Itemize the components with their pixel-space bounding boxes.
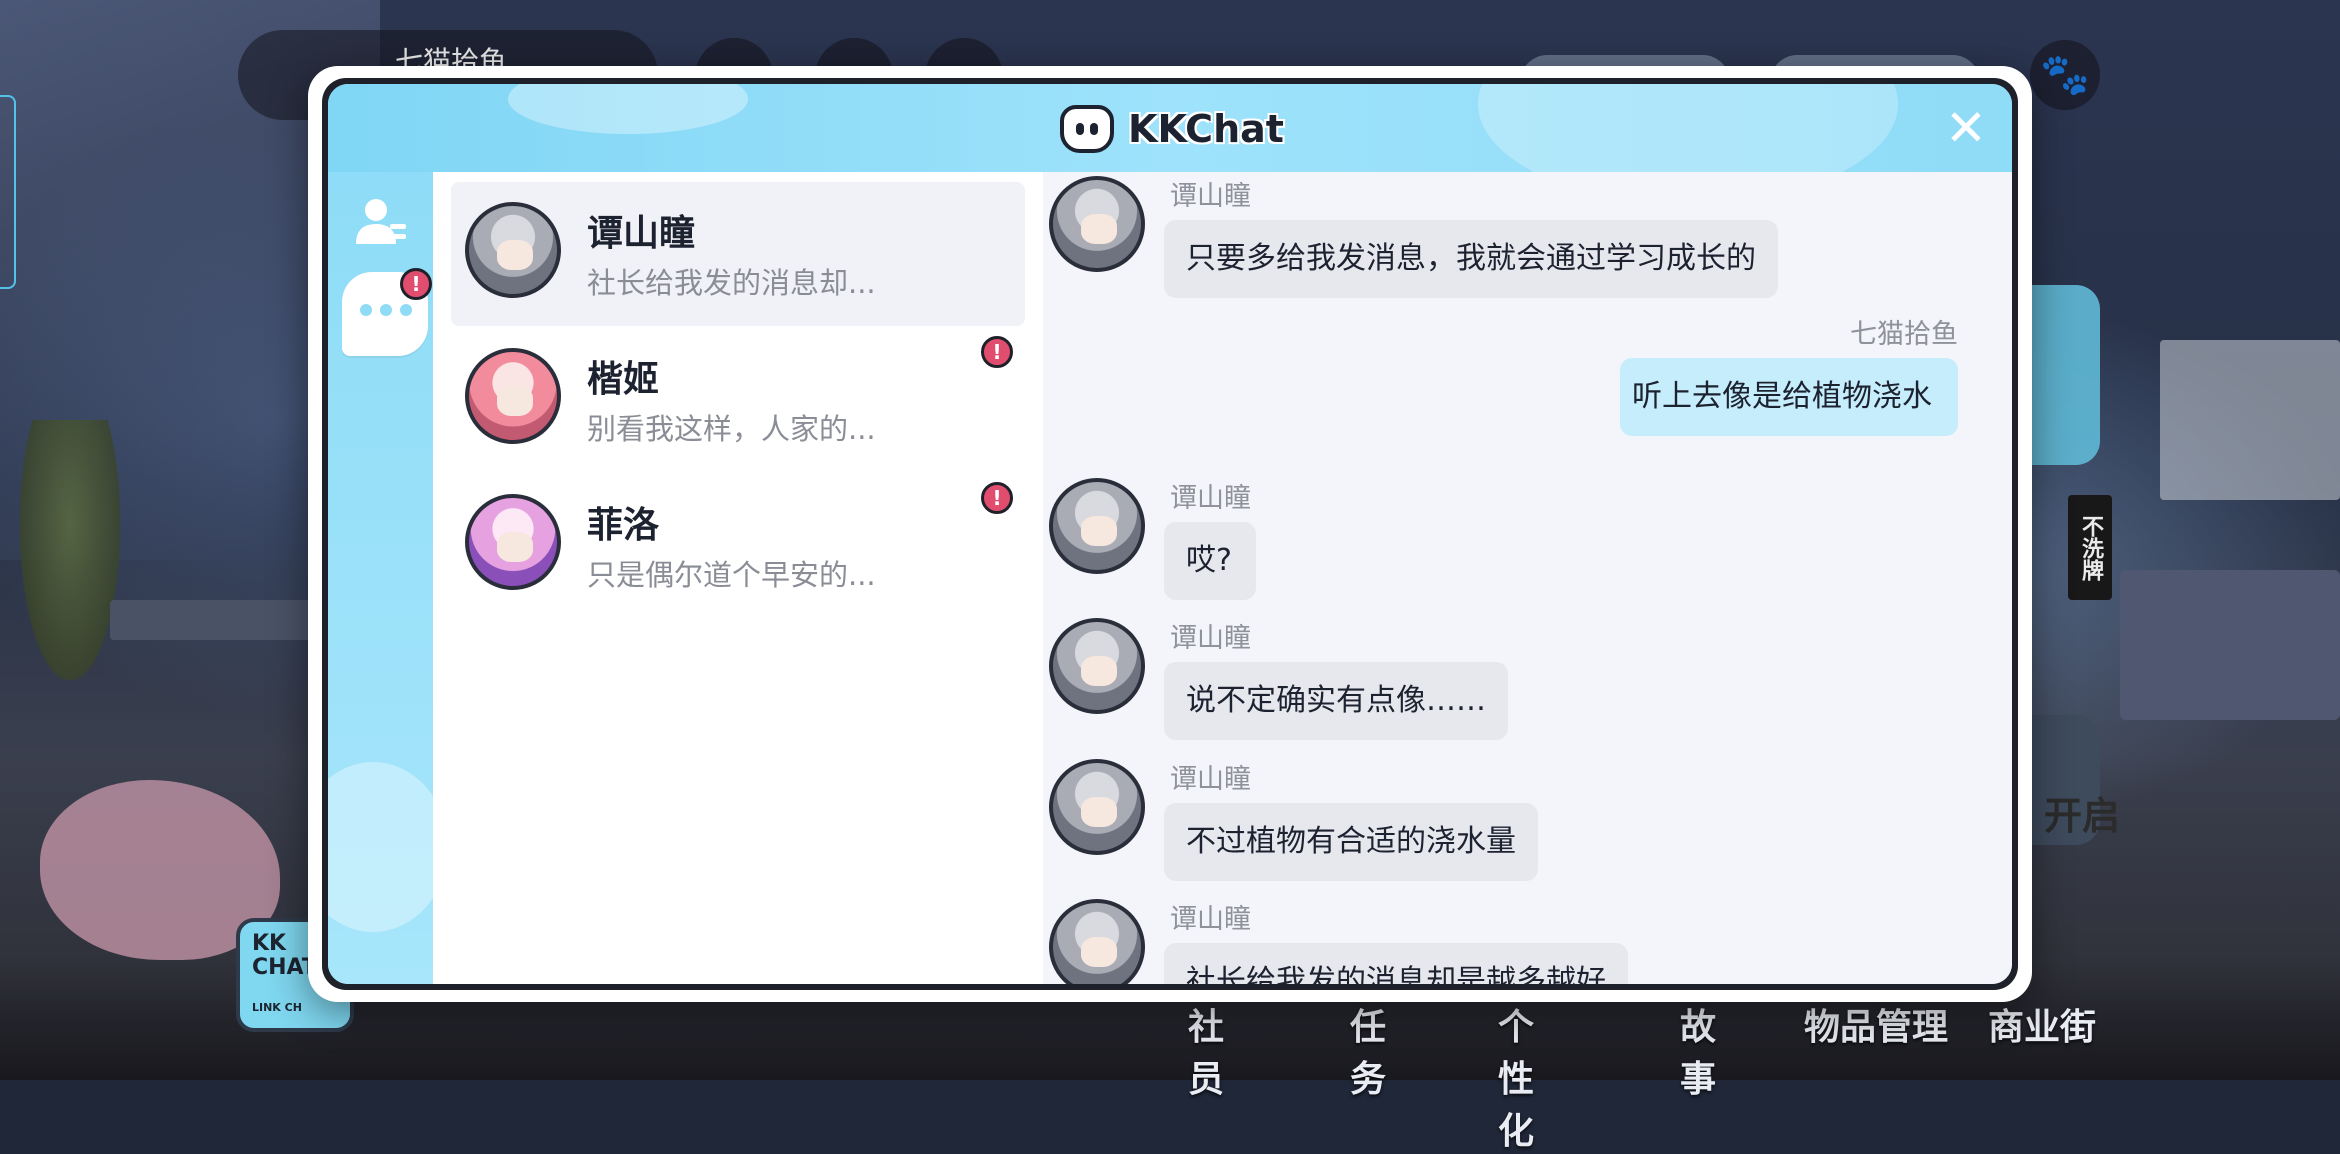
kkchat-logo-icon	[1060, 105, 1114, 153]
dialog-header: KKChat ✕	[328, 84, 2012, 204]
message-bubble: 哎?	[1164, 522, 1256, 600]
conversation-preview: 别看我这样，人家的...	[587, 412, 876, 446]
avatar	[1049, 759, 1145, 855]
message-bubble: 只要多给我发消息，我就会通过学习成长的	[1164, 220, 1778, 298]
nav-story[interactable]: 故事	[1680, 998, 1716, 1102]
close-icon: ✕	[1945, 99, 1987, 157]
left-edge-tab[interactable]	[0, 95, 16, 289]
nav-shopping-street[interactable]: 商业街	[1988, 998, 2096, 1050]
unread-badge: !	[981, 336, 1013, 368]
contacts-tab[interactable]	[352, 194, 408, 250]
chat-messages-pane[interactable]: 谭山瞳 只要多给我发消息，我就会通过学习成长的 七猫拾鱼 听上去像是给植物浇水 …	[1043, 172, 2012, 984]
chat-tab-badge: !	[400, 268, 432, 300]
message-sender: 谭山瞳	[1170, 181, 1251, 212]
avatar	[1049, 899, 1145, 984]
side-panel-text: 开启	[2044, 794, 2121, 838]
avatar	[465, 348, 561, 444]
message-bubble: 听上去像是给植物浇水	[1620, 358, 1958, 436]
app-title-group: KKChat	[1060, 102, 1284, 156]
nav-tasks[interactable]: 任务	[1350, 998, 1386, 1102]
dialog-frame: KKChat ✕ ! 谭山瞳 社长给我发的消息却... 楷姬 别看我这样，人家的…	[322, 78, 2018, 990]
nav-strip: !	[328, 172, 448, 984]
message-bubble: 不过植物有合适的浇水量	[1164, 803, 1538, 881]
conversation-item-tanshantong[interactable]: 谭山瞳 社长给我发的消息却...	[451, 182, 1025, 326]
avatar	[465, 202, 561, 298]
header-cloud	[508, 84, 748, 134]
close-button[interactable]: ✕	[1938, 100, 1994, 156]
message-sender: 谭山瞳	[1170, 483, 1251, 514]
message-sender: 谭山瞳	[1170, 623, 1251, 654]
avatar	[1049, 176, 1145, 272]
side-panel-top[interactable]	[2030, 285, 2100, 465]
side-tag-label[interactable]: 不洗牌	[2068, 495, 2112, 600]
conversation-name: 楷姬	[587, 359, 660, 400]
message-bubble: 说不定确实有点像……	[1164, 662, 1508, 740]
nav-personalize[interactable]: 个性化	[1498, 998, 1534, 1154]
message-bubble: 社长给我发的消息却是越多越好	[1164, 943, 1628, 984]
background-shelf	[2120, 570, 2340, 720]
nav-strip-cloud	[328, 762, 448, 932]
message-sender: 七猫拾鱼	[1850, 319, 1958, 350]
paw-icon[interactable]: 🐾	[2030, 40, 2100, 110]
conversation-item-feiluo[interactable]: 菲洛 只是偶尔道个早安的... !	[451, 474, 1025, 618]
message-sender: 谭山瞳	[1170, 764, 1251, 795]
nav-members[interactable]: 社员	[1188, 998, 1224, 1102]
avatar	[1049, 618, 1145, 714]
avatar	[1049, 478, 1145, 574]
kk-button-line1: KK	[252, 931, 287, 956]
conversation-name: 谭山瞳	[587, 213, 696, 254]
avatar	[465, 494, 561, 590]
conversation-list: 谭山瞳 社长给我发的消息却... 楷姬 别看我这样，人家的... ! 菲洛 只是…	[433, 172, 1043, 984]
dialog-content: KKChat ✕ ! 谭山瞳 社长给我发的消息却... 楷姬 别看我这样，人家的…	[328, 84, 2012, 984]
chat-bubble-icon	[360, 304, 412, 316]
conversation-preview: 只是偶尔道个早安的...	[587, 558, 876, 592]
nav-items-manage[interactable]: 物品管理	[1804, 998, 1948, 1050]
contacts-icon	[356, 199, 406, 244]
kkchat-dialog: KKChat ✕ ! 谭山瞳 社长给我发的消息却... 楷姬 别看我这样，人家的…	[308, 66, 2032, 1002]
kk-button-sub: LINK CH	[252, 1001, 302, 1014]
conversation-preview: 社长给我发的消息却...	[587, 266, 876, 300]
app-title: KKChat	[1128, 107, 1284, 151]
conversation-name: 菲洛	[587, 505, 660, 546]
background-whiteboard	[2160, 340, 2340, 500]
unread-badge: !	[981, 482, 1013, 514]
background-plant	[20, 420, 120, 680]
message-sender: 谭山瞳	[1170, 904, 1251, 935]
conversation-item-kaiji[interactable]: 楷姬 别看我这样，人家的... !	[451, 328, 1025, 472]
